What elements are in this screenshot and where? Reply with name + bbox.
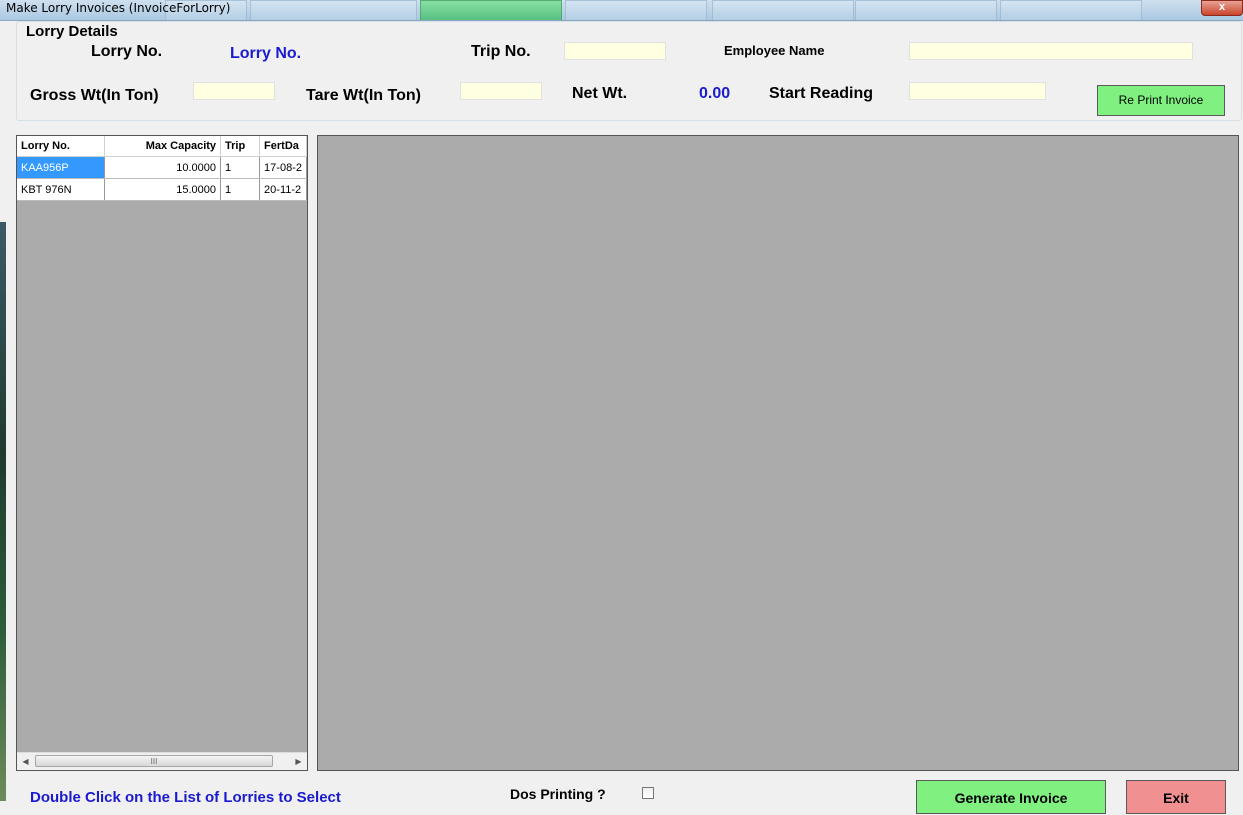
reprint-invoice-button[interactable]: Re Print Invoice <box>1097 85 1225 116</box>
net-wt-label: Net Wt. <box>572 85 628 102</box>
horizontal-scrollbar[interactable]: ◀ III ▶ <box>17 752 307 770</box>
tare-wt-label: Tare Wt(In Ton) <box>306 87 421 104</box>
table-row[interactable]: KAA956P 10.0000 1 17-08-2 <box>17 156 307 179</box>
cell-fert-date[interactable]: 20-11-2 <box>259 178 307 201</box>
select-hint-text: Double Click on the List of Lorries to S… <box>30 789 341 806</box>
background-window-tab <box>855 0 997 20</box>
lorry-list-grid[interactable]: Lorry No. Max Capacity Trip FertDa KAA95… <box>16 135 308 771</box>
employee-name-label: Employee Name <box>724 43 825 58</box>
cell-lorry-no[interactable]: KAA956P <box>17 156 105 179</box>
gross-wt-field[interactable] <box>193 82 275 100</box>
invoice-preview-panel <box>317 135 1239 771</box>
generate-invoice-button[interactable]: Generate Invoice <box>916 780 1106 814</box>
background-window-tab <box>1000 0 1142 20</box>
desktop-background-strip <box>0 222 6 801</box>
background-window-tab <box>250 0 417 20</box>
column-header-lorry-no[interactable]: Lorry No. <box>17 136 105 157</box>
trip-no-label: Trip No. <box>471 43 531 60</box>
scrollbar-thumb[interactable]: III <box>35 755 273 767</box>
lorry-no-label: Lorry No. <box>91 43 163 60</box>
cell-trip[interactable]: 1 <box>220 156 261 179</box>
column-header-max-capacity[interactable]: Max Capacity <box>104 136 222 157</box>
table-row[interactable]: KBT 976N 15.0000 1 20-11-2 <box>17 178 307 201</box>
trip-no-field[interactable] <box>564 42 666 60</box>
title-bar: Make Lorry Invoices (InvoiceForLorry) x <box>0 0 1243 21</box>
lorry-table: Lorry No. Max Capacity Trip FertDa KAA95… <box>17 136 307 201</box>
lorry-no-value: Lorry No. <box>230 45 302 62</box>
lorry-details-group <box>16 21 1242 121</box>
background-window-tab <box>420 0 562 20</box>
background-window-tab <box>712 0 854 20</box>
exit-button[interactable]: Exit <box>1126 780 1226 814</box>
employee-name-field[interactable] <box>909 42 1193 60</box>
dos-printing-checkbox[interactable] <box>642 787 654 799</box>
cell-lorry-no[interactable]: KBT 976N <box>17 178 105 201</box>
cell-max-capacity[interactable]: 15.0000 <box>104 178 222 201</box>
scroll-left-icon[interactable]: ◀ <box>17 753 34 770</box>
cell-trip[interactable]: 1 <box>220 178 261 201</box>
column-header-trip[interactable]: Trip <box>220 136 261 157</box>
window-title: Make Lorry Invoices (InvoiceForLorry) <box>6 1 231 15</box>
scroll-right-icon[interactable]: ▶ <box>290 753 307 770</box>
dos-printing-label: Dos Printing ? <box>510 786 606 802</box>
start-reading-label: Start Reading <box>769 85 874 102</box>
tare-wt-field[interactable] <box>460 82 542 100</box>
cell-fert-date[interactable]: 17-08-2 <box>259 156 307 179</box>
start-reading-field[interactable] <box>909 82 1046 100</box>
cell-max-capacity[interactable]: 10.0000 <box>104 156 222 179</box>
gross-wt-label: Gross Wt(In Ton) <box>30 87 159 104</box>
lorry-details-title: Lorry Details <box>24 23 120 40</box>
net-wt-value: 0.00 <box>699 85 731 102</box>
column-header-fert-date[interactable]: FertDa <box>259 136 307 157</box>
close-icon: x <box>1218 1 1226 13</box>
window-close-button[interactable]: x <box>1201 0 1243 16</box>
table-header-row: Lorry No. Max Capacity Trip FertDa <box>17 136 307 157</box>
background-window-tab <box>565 0 707 20</box>
